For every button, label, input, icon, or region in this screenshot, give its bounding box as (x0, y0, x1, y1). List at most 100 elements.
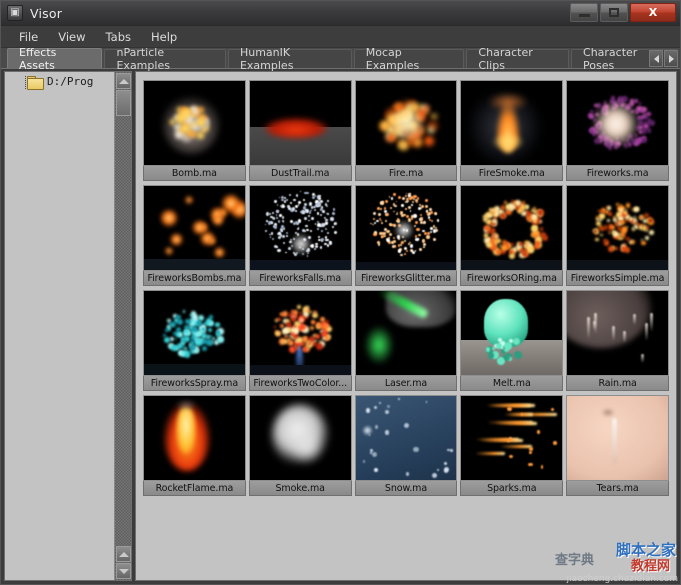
asset-thumbnail-melt[interactable] (460, 290, 564, 376)
asset-thumbnail-tears[interactable] (566, 395, 669, 481)
asset-thumbnail-laser[interactable] (354, 290, 458, 376)
scroll-tabs-right-button[interactable] (664, 50, 678, 67)
particle (383, 228, 387, 231)
asset-thumbnail-fire[interactable] (354, 80, 458, 166)
particle (614, 247, 618, 251)
asset-cell[interactable]: Fireworks.ma (566, 80, 669, 181)
particle (619, 204, 623, 207)
title-bar[interactable]: ▣ Visor X (1, 1, 680, 26)
snowflake (373, 468, 378, 473)
asset-thumbnail-fireworksglitter[interactable] (354, 185, 458, 271)
asset-cell[interactable]: FireworksBombs.ma (143, 185, 246, 286)
particle (276, 217, 279, 219)
particle (603, 225, 608, 230)
particle (327, 232, 329, 235)
particle (313, 334, 316, 337)
tab-humanik-examples[interactable]: HumanIK Examples (227, 46, 352, 72)
fire-core (385, 107, 428, 140)
particle (285, 251, 288, 254)
asset-cell[interactable]: FireworksFalls.ma (248, 185, 352, 286)
asset-label: FireworksGlitter.ma (354, 271, 458, 286)
particle (202, 328, 206, 331)
window-controls: X (570, 3, 676, 22)
rain-drop (612, 326, 616, 341)
asset-cell[interactable]: Tears.ma (566, 395, 669, 496)
sidebar-scroll-thumb[interactable] (116, 90, 131, 116)
tab-character-clips[interactable]: Character Clips (466, 46, 570, 72)
asset-cell[interactable]: Smoke.ma (248, 395, 352, 496)
particle (185, 196, 193, 204)
asset-cell[interactable]: DustTrail.ma (248, 80, 352, 181)
asset-thumbnail-sparks[interactable] (460, 395, 564, 481)
sidebar-scroll-down-button[interactable] (116, 563, 131, 579)
asset-cell[interactable]: RocketFlame.ma (143, 395, 246, 496)
folder-tree-panel[interactable]: D:/Prog (4, 71, 132, 581)
asset-thumbnail-fireworkssimple[interactable] (566, 185, 669, 271)
asset-thumbnail-fireworkstwocolor[interactable] (248, 290, 352, 376)
sidebar-scroll-up-button[interactable] (116, 546, 131, 562)
triangle-up-icon (118, 551, 129, 557)
particle (492, 219, 497, 224)
snowflake (397, 397, 400, 400)
particle (277, 248, 281, 252)
scroll-tabs-left-button[interactable] (649, 50, 663, 67)
asset-thumbnail-fireworksspray[interactable] (143, 290, 246, 376)
asset-cell[interactable]: Melt.ma (460, 290, 564, 391)
firework-core (393, 219, 414, 240)
asset-cell[interactable]: Snow.ma (354, 395, 458, 496)
spark-streak (479, 438, 524, 442)
asset-thumbnail-snow[interactable] (354, 395, 458, 481)
particle (411, 200, 414, 203)
particle (400, 214, 404, 217)
menu-item-tabs[interactable]: Tabs (96, 28, 141, 46)
particle (270, 232, 274, 235)
triangle-down-icon (118, 568, 129, 574)
particle (277, 220, 281, 223)
asset-thumbnail-fireworksbombs[interactable] (143, 185, 246, 271)
close-button[interactable]: X (630, 3, 676, 22)
menu-item-file[interactable]: File (9, 28, 48, 46)
spark-dot (507, 439, 510, 443)
snowflake (386, 404, 390, 408)
asset-thumbnail-fireworks[interactable] (566, 80, 669, 166)
particle (192, 219, 208, 235)
particle (217, 336, 224, 344)
asset-thumbnail-fireworksoring[interactable] (460, 185, 564, 271)
particle (634, 99, 638, 103)
asset-cell[interactable]: FireworksTwoColor... (248, 290, 352, 391)
spark-streak (499, 445, 533, 449)
particle (312, 312, 318, 319)
sidebar-scroll-up-top-button[interactable] (116, 73, 131, 89)
particle (185, 319, 191, 325)
particle (298, 219, 302, 223)
asset-cell[interactable]: Laser.ma (354, 290, 458, 391)
menu-item-view[interactable]: View (48, 28, 95, 46)
tab-mocap-examples[interactable]: Mocap Examples (353, 46, 465, 72)
asset-thumbnail-dusttrail[interactable] (248, 80, 352, 166)
asset-cell[interactable]: FireworksSpray.ma (143, 290, 246, 391)
asset-thumbnail-rain[interactable] (566, 290, 669, 376)
particle (195, 338, 200, 343)
menu-item-help[interactable]: Help (141, 28, 187, 46)
asset-cell[interactable]: FireSmoke.ma (460, 80, 564, 181)
asset-cell[interactable]: FireworksGlitter.ma (354, 185, 458, 286)
maximize-button[interactable] (600, 3, 628, 22)
asset-thumbnail-smoke[interactable] (248, 395, 352, 481)
particle (310, 205, 314, 209)
minimize-button[interactable] (570, 3, 598, 22)
tab-nparticle-examples[interactable]: nParticle Examples (104, 46, 226, 72)
asset-cell[interactable]: Sparks.ma (460, 395, 564, 496)
tree-item-root[interactable]: D:/Prog (5, 72, 131, 90)
particle (638, 225, 643, 230)
asset-cell[interactable]: FireworksSimple.ma (566, 185, 669, 286)
tab-effects-assets[interactable]: Effects Assets (7, 46, 103, 72)
asset-cell[interactable]: Bomb.ma (143, 80, 246, 181)
asset-thumbnail-fireworksfalls[interactable] (248, 185, 352, 271)
asset-thumbnail-firesmoke[interactable] (460, 80, 564, 166)
asset-cell[interactable]: Fire.ma (354, 80, 458, 181)
asset-thumbnail-bomb[interactable] (143, 80, 246, 166)
asset-cell[interactable]: FireworksORing.ma (460, 185, 564, 286)
asset-cell[interactable]: Rain.ma (566, 290, 669, 391)
asset-thumbnail-rocketflame[interactable] (143, 395, 246, 481)
sidebar-scrollbar[interactable] (114, 72, 131, 580)
